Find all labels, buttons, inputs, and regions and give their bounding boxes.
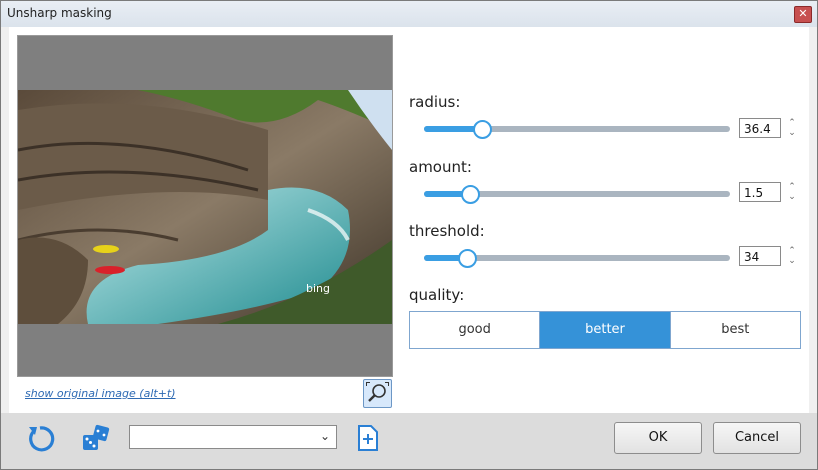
quality-option-good[interactable]: good: [410, 312, 541, 348]
reset-button[interactable]: [25, 423, 55, 453]
cancel-button[interactable]: Cancel: [713, 422, 801, 454]
radius-slider-thumb[interactable]: [473, 120, 493, 139]
magnifier-icon: [366, 382, 389, 402]
chevron-down-icon: ⌄: [319, 429, 330, 443]
quality-label: quality:: [409, 286, 465, 304]
add-preset-button[interactable]: [353, 423, 383, 453]
add-document-icon: [358, 425, 378, 451]
quality-option-better[interactable]: better: [540, 312, 671, 348]
dice-icon: [83, 424, 110, 450]
footer-bar: ⌄ OK Cancel: [1, 413, 817, 469]
window-title: Unsharp masking: [7, 6, 112, 20]
show-original-link[interactable]: show original image (alt+t): [25, 387, 176, 400]
reset-icon: [29, 426, 55, 452]
threshold-slider[interactable]: [424, 249, 730, 268]
zoom-fit-button[interactable]: [363, 379, 392, 408]
threshold-slider-thumb[interactable]: [457, 249, 477, 268]
amount-slider-thumb[interactable]: [460, 185, 480, 204]
ok-button[interactable]: OK: [614, 422, 702, 454]
radius-label: radius:: [409, 93, 461, 111]
amount-label: amount:: [409, 158, 472, 176]
title-bar[interactable]: Unsharp masking ✕: [1, 1, 817, 27]
amount-input[interactable]: 1.5: [739, 182, 781, 202]
preset-dropdown[interactable]: ⌄: [129, 425, 337, 449]
radius-slider[interactable]: [424, 120, 730, 139]
threshold-label: threshold:: [409, 222, 485, 240]
amount-slider[interactable]: [424, 185, 730, 204]
close-icon: ✕: [798, 7, 808, 20]
random-button[interactable]: [81, 423, 111, 453]
dialog-window: Unsharp masking ✕ bing show original ima…: [0, 0, 818, 470]
quality-option-best[interactable]: best: [670, 312, 800, 348]
quality-selector: good better best: [409, 311, 801, 349]
dialog-content: bing show original image (alt+t) radius:…: [9, 27, 809, 413]
threshold-input[interactable]: 34: [739, 246, 781, 266]
radius-input[interactable]: 36.4: [739, 118, 781, 138]
bing-watermark: bing: [306, 282, 330, 295]
amount-spinner[interactable]: ⌃ ⌄: [785, 182, 799, 204]
close-button[interactable]: ✕: [794, 6, 812, 23]
threshold-spinner[interactable]: ⌃ ⌄: [785, 246, 799, 268]
radius-spinner[interactable]: ⌃ ⌄: [785, 118, 799, 140]
image-preview: bing: [17, 35, 393, 377]
preview-photo: bing: [18, 90, 392, 324]
